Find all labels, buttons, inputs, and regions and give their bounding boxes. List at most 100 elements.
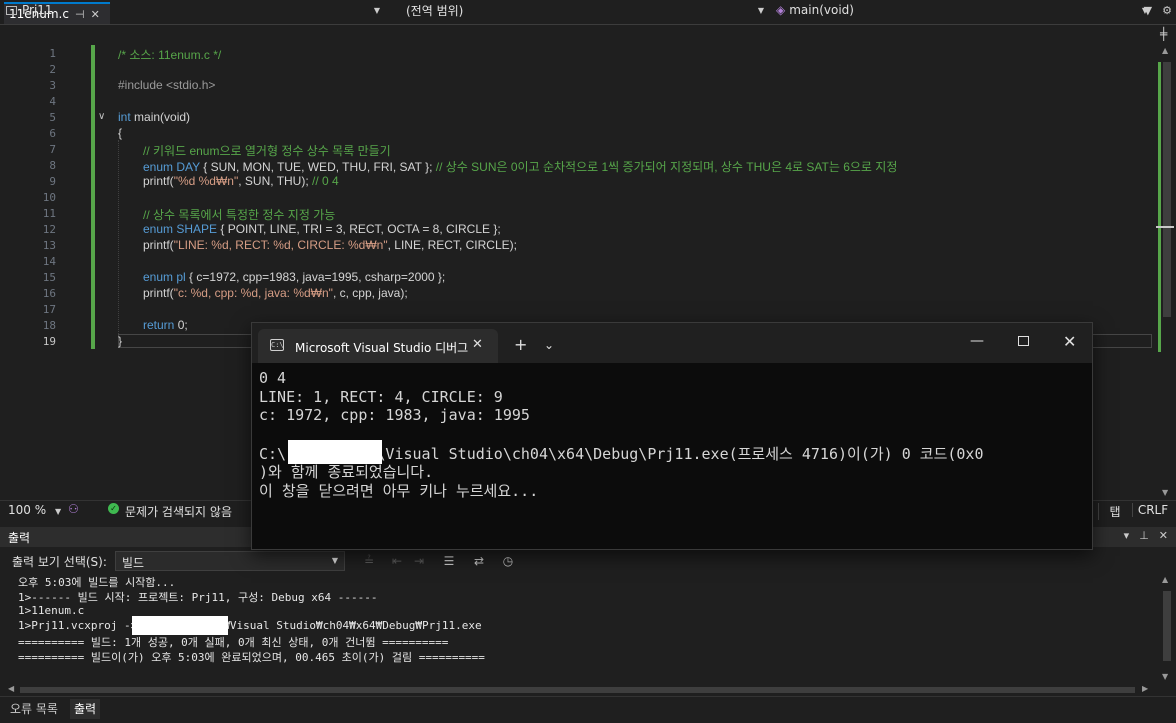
- find-message-icon: ≟: [363, 554, 375, 568]
- line-number: 14: [42, 255, 56, 268]
- tab-error-list[interactable]: 오류 목록: [6, 699, 62, 719]
- code-line: #include <stdio.h>: [118, 78, 216, 92]
- maximize-icon[interactable]: [1018, 336, 1029, 346]
- code-line: }: [118, 334, 123, 348]
- close-tab-icon[interactable]: ✕: [472, 337, 483, 352]
- line-number: 16: [42, 287, 56, 300]
- brace-guide: [118, 140, 120, 340]
- gear-icon[interactable]: ⚙: [1162, 4, 1172, 17]
- output-panel-controls: ▾ ⊥ ✕: [1124, 529, 1168, 542]
- scroll-down-icon[interactable]: ▼: [1162, 488, 1168, 497]
- word-wrap-icon[interactable]: ⇄: [470, 552, 488, 570]
- code-line: int main(void): [118, 110, 191, 124]
- clear-all-icon[interactable]: ☰: [440, 552, 458, 570]
- show-output-from-select[interactable]: 빌드 ▼: [115, 551, 345, 571]
- line-number: 1: [49, 47, 56, 60]
- scrollbar-thumb[interactable]: [20, 687, 1135, 693]
- code-line: {: [118, 126, 123, 140]
- code-line: /* 소스: 11enum.c */: [118, 48, 222, 62]
- line-number: 2: [49, 63, 56, 76]
- tab-output[interactable]: 출력: [70, 699, 101, 719]
- selected-source: 빌드: [122, 556, 145, 570]
- project-icon: [6, 5, 17, 15]
- scope-label: (전역 범위): [406, 3, 464, 18]
- minimize-icon[interactable]: —: [970, 333, 984, 349]
- code-line: enum DAY { SUN, MON, TUE, WED, THU, FRI,…: [143, 160, 898, 174]
- scroll-left-icon[interactable]: ◀: [8, 684, 14, 693]
- line-number: 8: [49, 159, 56, 172]
- line-number: 11: [42, 207, 56, 220]
- line-number: 12: [42, 223, 56, 236]
- line-number: 18: [42, 319, 56, 332]
- scroll-right-icon[interactable]: ▶: [1142, 684, 1148, 693]
- console-line: c: 1972, cpp: 1983, java: 1995: [259, 406, 530, 424]
- scope-dropdown[interactable]: (전역 범위) ▼: [406, 0, 770, 20]
- output-line: 1>------ 빌드 시작: 프로젝트: Prj11, 구성: Debug x…: [18, 591, 378, 604]
- scroll-up-icon[interactable]: ▲: [1162, 575, 1168, 584]
- previous-message-icon: ⇤: [391, 554, 403, 568]
- line-number: 13: [42, 239, 56, 252]
- line-number: 17: [42, 303, 56, 316]
- line-number: 6: [49, 127, 56, 140]
- scrollbar-change-marker: [1158, 62, 1161, 352]
- indent-mode[interactable]: 탭: [1098, 503, 1131, 520]
- code-line: // 키워드 enum으로 열거형 정수 상수 목록 만들기: [143, 144, 391, 158]
- bottom-panel-tabs: [0, 696, 1176, 723]
- change-tracking-bar: [91, 45, 95, 349]
- new-tab-icon[interactable]: +: [514, 335, 527, 354]
- output-panel-title: 출력: [8, 531, 31, 545]
- code-line: printf("%d %d₩n", SUN, THU); // 0 4: [143, 174, 339, 188]
- line-number: 10: [42, 191, 56, 204]
- copilot-icon[interactable]: ⚇: [68, 502, 79, 516]
- line-number: 7: [49, 143, 56, 156]
- redaction-box: [132, 616, 228, 635]
- console-tab-title: Microsoft Visual Studio 디버그: [295, 341, 469, 355]
- project-dropdown[interactable]: Prj11 ▼: [6, 0, 386, 20]
- output-line: 오후 5:03에 빌드를 시작함...: [18, 576, 176, 589]
- project-name: Prj11: [22, 3, 53, 17]
- code-line: enum pl { c=1972, cpp=1983, java=1995, c…: [143, 270, 446, 284]
- code-line: printf("c: %d, cpp: %d, java: %d₩n", c, …: [143, 286, 408, 300]
- chevron-down-icon: ▼: [331, 556, 338, 565]
- console-line: 0 4: [259, 369, 287, 387]
- next-message-icon: ⇥: [413, 554, 425, 568]
- chevron-down-icon[interactable]: ⌄: [544, 338, 554, 352]
- fold-caret-icon[interactable]: ∨: [98, 111, 105, 122]
- close-window-icon[interactable]: ✕: [1063, 332, 1076, 351]
- output-line: ========== 빌드이(가) 오후 5:03에 완료되었으며, 00.46…: [18, 651, 485, 664]
- output-line: 1>11enum.c: [18, 604, 85, 617]
- line-number: 9: [49, 175, 56, 188]
- zoom-level[interactable]: 100 %: [8, 503, 46, 517]
- code-line: printf("LINE: %d, RECT: %d, CIRCLE: %d₩n…: [143, 238, 517, 252]
- pin-icon[interactable]: ⊥: [1139, 529, 1149, 542]
- line-number: 15: [42, 271, 56, 284]
- console-line: 이 창을 닫으려면 아무 키나 누르세요...: [259, 482, 539, 500]
- scrollbar-caret-marker: [1156, 226, 1174, 228]
- scrollbar-thumb[interactable]: [1163, 591, 1171, 661]
- navigation-bar: [0, 25, 1176, 45]
- function-icon: ◈: [776, 3, 786, 17]
- redaction-box: [288, 440, 382, 464]
- scrollbar-thumb[interactable]: [1163, 62, 1171, 317]
- code-line: return 0;: [143, 318, 188, 332]
- console-line: )와 함께 종료되었습니다.: [259, 463, 434, 481]
- scroll-down-icon[interactable]: ▼: [1162, 672, 1168, 681]
- split-editor-icon[interactable]: ╪: [1160, 27, 1167, 41]
- terminal-icon: C:\: [270, 339, 284, 351]
- clock-icon[interactable]: ◷: [499, 552, 517, 570]
- check-circle-icon: ✓: [108, 503, 119, 514]
- line-number-current: 19: [42, 335, 56, 348]
- chevron-down-icon: ▼: [373, 5, 380, 15]
- line-ending[interactable]: CRLF: [1132, 503, 1173, 517]
- line-number: 4: [49, 95, 56, 108]
- panel-dropdown-icon[interactable]: ▾: [1124, 529, 1130, 542]
- member-dropdown[interactable]: ◈ main(void) ▼: [776, 0, 1154, 20]
- scroll-up-icon[interactable]: ▲: [1162, 46, 1168, 55]
- chevron-down-icon[interactable]: ▼: [55, 507, 61, 516]
- close-icon[interactable]: ✕: [1159, 529, 1168, 542]
- line-number: 5: [49, 111, 56, 124]
- code-line: // 상수 목록에서 특정한 정수 지정 가능: [143, 208, 336, 222]
- show-output-from-label: 출력 보기 선택(S):: [12, 555, 107, 569]
- issues-status[interactable]: 문제가 검색되지 않음: [125, 503, 232, 520]
- console-line: LINE: 1, RECT: 4, CIRCLE: 9: [259, 388, 503, 406]
